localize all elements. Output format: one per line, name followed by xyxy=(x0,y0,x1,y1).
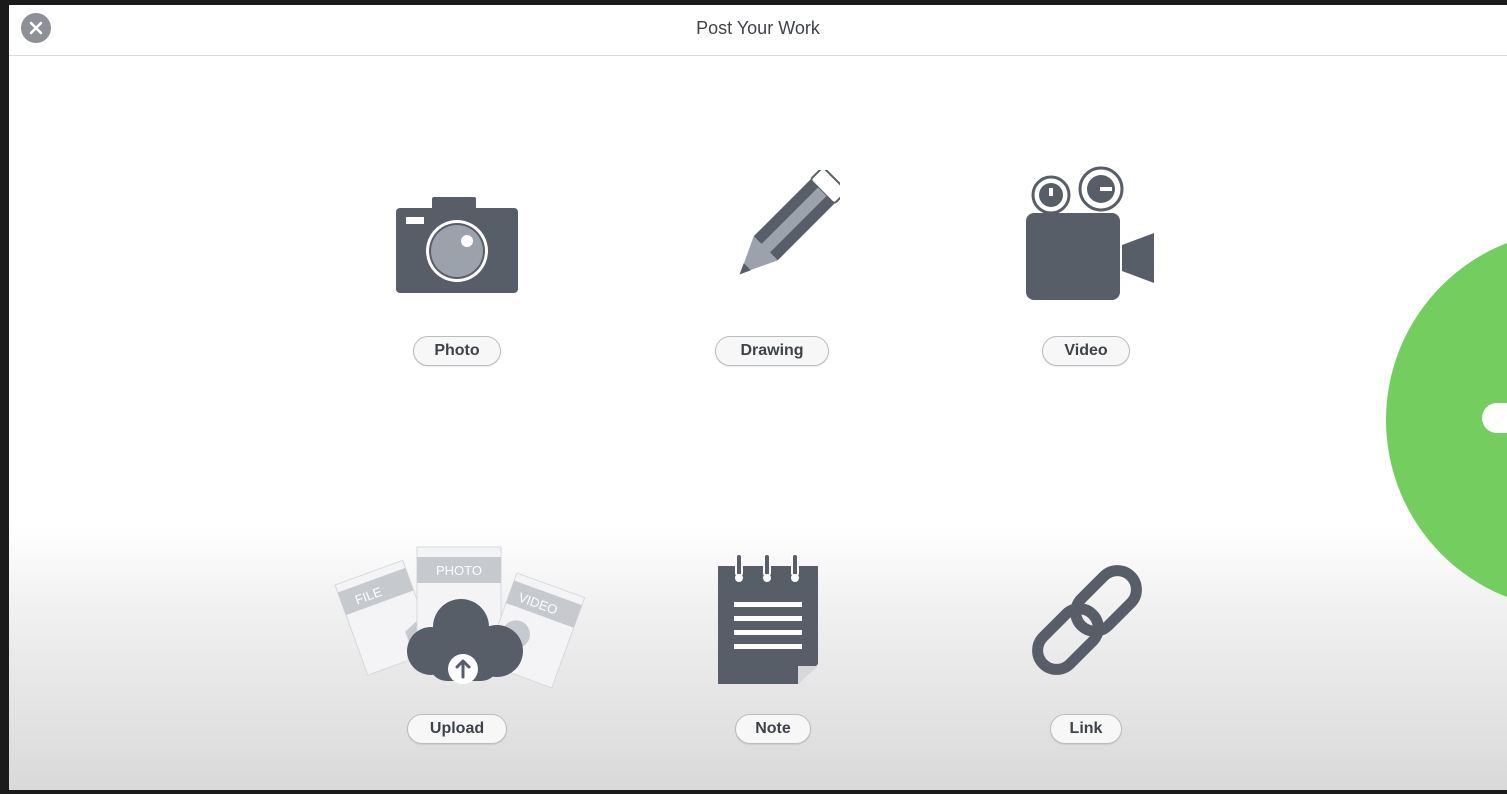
video-camera-icon xyxy=(1026,166,1154,300)
post-your-work-dialog: Post Your Work Photo Drawing Video FILE … xyxy=(9,5,1507,790)
video-label[interactable]: Video xyxy=(1042,336,1130,366)
upload-card-photo-text: PHOTO xyxy=(436,563,482,578)
photo-label[interactable]: Photo xyxy=(413,336,501,366)
note-label[interactable]: Note xyxy=(735,714,811,744)
link-icon xyxy=(1032,565,1142,675)
upload-label[interactable]: Upload xyxy=(407,714,507,744)
dialog-header: Post Your Work xyxy=(9,5,1507,56)
dialog-title: Post Your Work xyxy=(696,18,820,38)
camera-icon xyxy=(396,197,518,293)
cloud-upload-icon: FILE PHOTO VIDEO xyxy=(334,546,586,689)
notepad-icon xyxy=(718,553,818,684)
link-label[interactable]: Link xyxy=(1050,714,1122,744)
pencil-icon xyxy=(739,170,840,275)
green-overlay-handle xyxy=(1482,403,1507,433)
drawing-label[interactable]: Drawing xyxy=(715,336,829,366)
